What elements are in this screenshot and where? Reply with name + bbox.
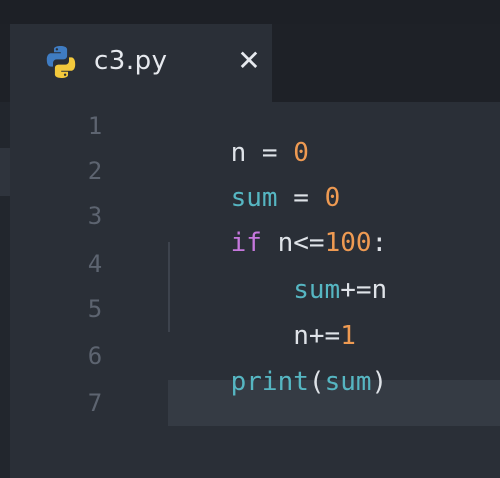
line-number: 1 <box>87 112 103 140</box>
code-line[interactable]: print(sum) <box>168 337 388 427</box>
code-token: sum <box>324 367 372 397</box>
scroll-marker <box>0 148 10 196</box>
window-top-strip <box>0 0 500 24</box>
line-number: 5 <box>87 295 103 323</box>
code-token: ) <box>371 367 388 397</box>
python-icon <box>43 44 79 80</box>
code-token: ( <box>308 367 325 397</box>
line-number: 4 <box>87 250 103 278</box>
line-number: 2 <box>87 157 103 185</box>
line-number: 7 <box>87 389 103 417</box>
code-token: print <box>230 367 309 397</box>
left-edge-strip <box>0 102 10 478</box>
tab-c3-py[interactable]: c3.py ✕ <box>10 24 272 102</box>
close-tab-icon[interactable]: ✕ <box>232 42 266 80</box>
line-number: 6 <box>87 342 103 370</box>
line-number: 3 <box>87 202 103 230</box>
tab-title: c3.py <box>94 46 168 76</box>
